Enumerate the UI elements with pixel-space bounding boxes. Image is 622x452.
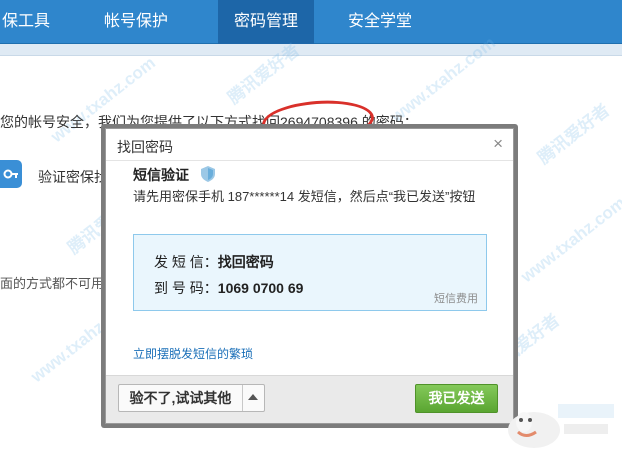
dialog-footer: 验不了,试试其他 我已发送 (106, 375, 513, 423)
watermark-brand: 腾讯爱好者 (534, 100, 614, 168)
mascot-logo (508, 404, 614, 448)
recover-password-dialog: 找回密码 × 短信验证 请先用密保手机 187******14 发短信，然后点“… (105, 128, 514, 424)
nav-item-password-management[interactable]: 密码管理 (218, 0, 314, 44)
dialog-title: 找回密码 (117, 139, 173, 155)
sms-details-box: 发 短 信：找回密码 到 号 码：1069 0700 69 短信费用 (133, 234, 487, 311)
caret-up-icon[interactable] (248, 394, 258, 400)
watermark: www.txahz.com (517, 193, 622, 287)
sms-number-row: 到 号 码：1069 0700 69 (154, 278, 303, 298)
sms-instruction: 请先用密保手机 187******14 发短信，然后点“我已发送”按钮 (133, 189, 476, 204)
sms-content-value: 找回密码 (217, 254, 274, 270)
nav-item-account-protection[interactable]: 帐号保护 (86, 0, 186, 44)
verify-security-option[interactable]: 验证密保找 (38, 167, 108, 187)
sms-verification-heading: 短信验证 (133, 167, 189, 183)
try-other-method-label[interactable]: 验不了,试试其他 (119, 385, 243, 411)
sent-button[interactable]: 我已发送 (415, 384, 498, 413)
sms-content-row: 发 短 信：找回密码 (154, 252, 274, 272)
sms-fee-note: 短信费用 (434, 293, 478, 305)
sms-content-label: 发 短 信： (154, 254, 218, 270)
try-other-method-button[interactable]: 验不了,试试其他 (118, 384, 265, 412)
key-icon (0, 160, 22, 188)
nav-item-tools[interactable]: 保工具 (0, 0, 64, 44)
close-icon[interactable]: × (493, 134, 503, 154)
shield-icon (201, 166, 215, 182)
sub-navigation-bar (0, 44, 622, 56)
unavailable-options-text: 面的方式都不可用 (0, 276, 105, 291)
top-navigation: 保工具 帐号保护 密码管理 安全学堂 (0, 0, 622, 44)
sms-number-value: 1069 0700 69 (217, 280, 304, 296)
nav-item-security-school[interactable]: 安全学堂 (330, 0, 430, 44)
skip-sms-link[interactable]: 立即摆脱发短信的繁琐 (133, 345, 253, 362)
dialog-header: 找回密码 × (106, 129, 513, 161)
sms-number-label: 到 号 码： (154, 280, 218, 296)
